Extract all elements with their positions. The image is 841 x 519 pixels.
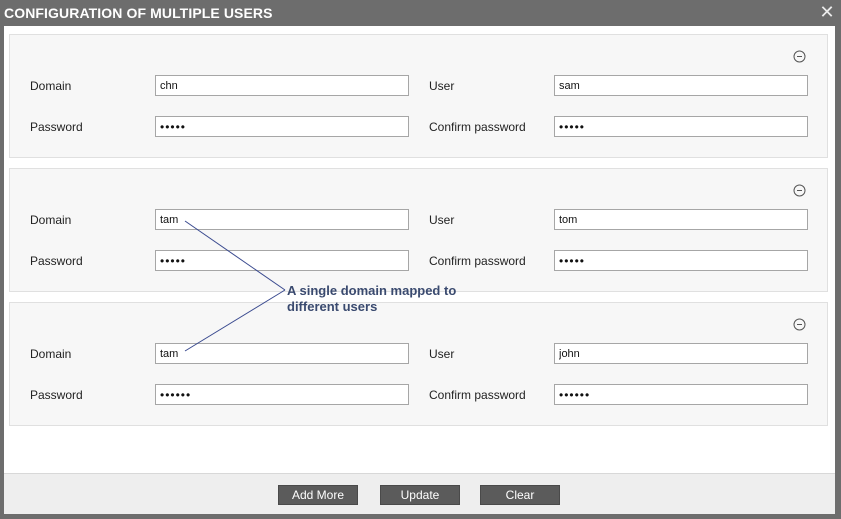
dialog-footer: Add More Update Clear [4, 473, 835, 514]
add-more-button[interactable]: Add More [278, 485, 358, 505]
annotation-callout: A single domain mapped to different user… [287, 283, 457, 314]
annotation-line-lower [184, 289, 286, 352]
update-button[interactable]: Update [380, 485, 460, 505]
annotation-line-upper [184, 220, 286, 291]
clear-button[interactable]: Clear [480, 485, 560, 505]
dialog: CONFIGURATION OF MULTIPLE USERS ✕ Domain… [0, 0, 841, 519]
annotation-connector-lines [184, 220, 286, 352]
